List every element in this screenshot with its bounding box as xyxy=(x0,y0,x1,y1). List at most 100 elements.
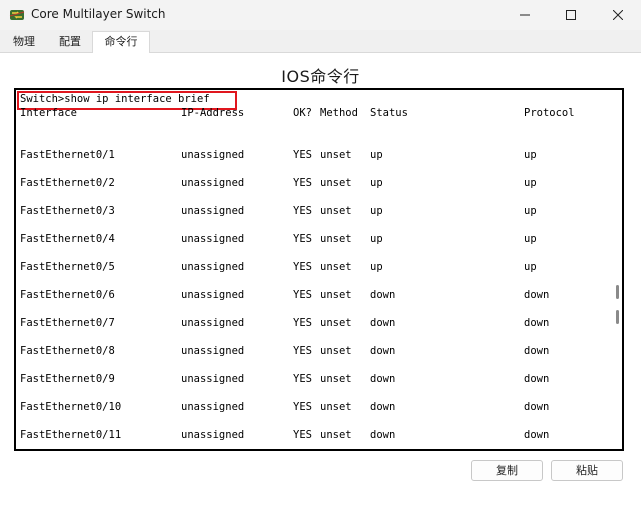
row-protocol: down xyxy=(524,317,550,329)
header-protocol: Protocol xyxy=(524,107,575,119)
row-interface: FastEthernet0/1 xyxy=(20,149,115,161)
row-ok: YES xyxy=(293,205,312,217)
row-ok: YES xyxy=(293,261,312,273)
table-row: FastEthernet0/9 unassigned YES unset down dow… xyxy=(16,373,622,387)
window-title: Core Multilayer Switch xyxy=(31,7,166,21)
row-ip-address: unassigned xyxy=(181,177,245,189)
row-interface: FastEthernet0/9 xyxy=(20,373,115,385)
copy-button[interactable]: 复制 xyxy=(471,460,543,481)
row-protocol: down xyxy=(524,289,550,301)
row-method: unset xyxy=(320,177,352,189)
row-protocol: down xyxy=(524,401,550,413)
row-protocol: up xyxy=(524,177,537,189)
row-interface: FastEthernet0/11 xyxy=(20,429,122,441)
tab-bar: 物理 配置 命令行 xyxy=(0,30,641,53)
scrollbar-thumb[interactable] xyxy=(616,310,619,324)
row-ip-address: unassigned xyxy=(181,149,245,161)
terminal-console[interactable]: Switch>show ip interface brief Interface… xyxy=(14,88,624,451)
switch-app-icon xyxy=(9,7,25,23)
row-interface: FastEthernet0/8 xyxy=(20,345,115,357)
row-ip-address: unassigned xyxy=(181,233,245,245)
row-ip-address: unassigned xyxy=(181,205,245,217)
header-method: Method xyxy=(320,107,358,119)
row-status: up xyxy=(370,149,383,161)
maximize-icon xyxy=(566,10,576,20)
row-ip-address: unassigned xyxy=(181,345,245,357)
row-status: up xyxy=(370,177,383,189)
table-row: FastEthernet0/7 unassigned YES unset down dow… xyxy=(16,317,622,331)
row-status: down xyxy=(370,401,396,413)
row-ip-address: unassigned xyxy=(181,261,245,273)
row-interface: FastEthernet0/10 xyxy=(20,401,122,413)
table-row: FastEthernet0/10 unassigned YES unset down do… xyxy=(16,401,622,415)
close-icon xyxy=(613,10,623,20)
row-interface: FastEthernet0/4 xyxy=(20,233,115,245)
header-interface: Interface xyxy=(20,107,77,119)
row-method: unset xyxy=(320,261,352,273)
row-interface: FastEthernet0/3 xyxy=(20,205,115,217)
row-method: unset xyxy=(320,345,352,357)
tab-physical[interactable]: 物理 xyxy=(4,33,44,52)
row-protocol: down xyxy=(524,345,550,357)
table-row: FastEthernet0/2 unassigned YES unset up up xyxy=(16,177,622,191)
row-ok: YES xyxy=(293,429,312,441)
page-title: IOS命令行 xyxy=(281,67,360,86)
row-status: up xyxy=(370,205,383,217)
header-ip-address: IP-Address xyxy=(181,107,245,119)
row-ok: YES xyxy=(293,317,312,329)
maximize-button[interactable] xyxy=(548,0,594,30)
table-row: FastEthernet0/8 unassigned YES unset down dow… xyxy=(16,345,622,359)
title-bar[interactable]: Core Multilayer Switch xyxy=(0,0,641,30)
scrollbar-thumb[interactable] xyxy=(616,285,619,299)
row-status: down xyxy=(370,429,396,441)
row-status: down xyxy=(370,289,396,301)
row-protocol: up xyxy=(524,149,537,161)
row-method: unset xyxy=(320,373,352,385)
row-interface: FastEthernet0/6 xyxy=(20,289,115,301)
table-row: FastEthernet0/1 unassigned YES unset up up xyxy=(16,149,622,163)
table-header: Interface IP-Address OK? Method Status P… xyxy=(16,107,622,121)
row-protocol: up xyxy=(524,233,537,245)
row-status: down xyxy=(370,345,396,357)
row-protocol: down xyxy=(524,373,550,385)
row-interface: FastEthernet0/5 xyxy=(20,261,115,273)
tab-config[interactable]: 配置 xyxy=(50,33,90,52)
row-ok: YES xyxy=(293,345,312,357)
row-interface: FastEthernet0/7 xyxy=(20,317,115,329)
row-protocol: down xyxy=(524,429,550,441)
table-row: FastEthernet0/3 unassigned YES unset up up xyxy=(16,205,622,219)
row-protocol: up xyxy=(524,261,537,273)
row-method: unset xyxy=(320,233,352,245)
cli-panel: IOS命令行 Switch>show ip interface brief In… xyxy=(0,53,641,514)
row-protocol: up xyxy=(524,205,537,217)
row-method: unset xyxy=(320,429,352,441)
row-status: down xyxy=(370,317,396,329)
row-method: unset xyxy=(320,401,352,413)
minimize-button[interactable] xyxy=(502,0,548,30)
paste-button[interactable]: 粘贴 xyxy=(551,460,623,481)
row-status: up xyxy=(370,233,383,245)
tab-cli[interactable]: 命令行 xyxy=(92,31,150,53)
table-row: FastEthernet0/5 unassigned YES unset up up xyxy=(16,261,622,275)
row-method: unset xyxy=(320,289,352,301)
row-interface: FastEthernet0/2 xyxy=(20,177,115,189)
row-ok: YES xyxy=(293,401,312,413)
row-ok: YES xyxy=(293,289,312,301)
row-ok: YES xyxy=(293,149,312,161)
row-ok: YES xyxy=(293,177,312,189)
row-status: up xyxy=(370,261,383,273)
row-ip-address: unassigned xyxy=(181,401,245,413)
command-line: Switch>show ip interface brief xyxy=(20,93,210,105)
app-window: Core Multilayer Switch 物理 配置 命令行 IOS命令行 … xyxy=(0,0,641,514)
row-ok: YES xyxy=(293,233,312,245)
row-method: unset xyxy=(320,317,352,329)
terminal-scrollbar[interactable] xyxy=(612,90,622,449)
close-button[interactable] xyxy=(595,0,641,30)
row-ip-address: unassigned xyxy=(181,429,245,441)
row-status: down xyxy=(370,373,396,385)
table-row: FastEthernet0/4 unassigned YES unset up up xyxy=(16,233,622,247)
row-ip-address: unassigned xyxy=(181,373,245,385)
row-ok: YES xyxy=(293,373,312,385)
row-ip-address: unassigned xyxy=(181,289,245,301)
header-status: Status xyxy=(370,107,408,119)
